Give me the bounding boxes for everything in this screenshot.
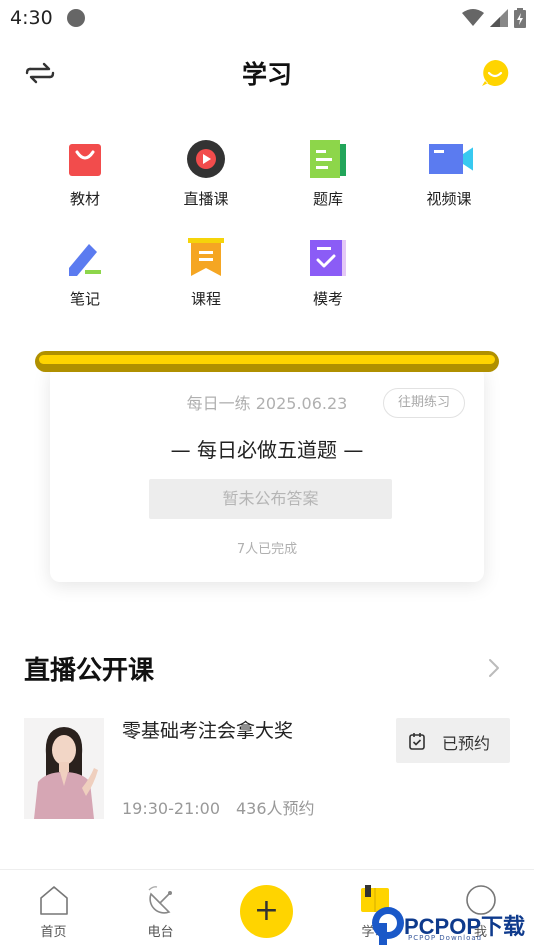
tab-label: 电台 bbox=[147, 925, 174, 940]
answer-status-button[interactable]: 暂未公布答案 bbox=[149, 479, 392, 519]
title-dash-left: — bbox=[170, 438, 197, 462]
title-dash-right: — bbox=[337, 438, 364, 462]
notebook-icon bbox=[310, 140, 346, 178]
completed-count: 7人已完成 bbox=[236, 542, 298, 557]
tab-home[interactable]: 首页 bbox=[0, 870, 107, 951]
chat-bubble-icon[interactable] bbox=[481, 59, 509, 87]
wifi-icon bbox=[462, 9, 484, 26]
video-camera-icon bbox=[429, 144, 473, 174]
grid-label: 视频课 bbox=[426, 190, 472, 208]
tab-radio[interactable]: 电台 bbox=[107, 870, 214, 951]
site-watermark: PCPOP下载 PCPOP Download bbox=[370, 903, 534, 947]
scroll-rod-highlight bbox=[39, 355, 495, 364]
notification-dot-icon bbox=[67, 9, 85, 27]
grid-item-live[interactable]: 直播课 bbox=[145, 130, 267, 220]
course-meta: 19:30-21:00 436人预约 bbox=[122, 795, 315, 819]
grid-item-notes[interactable]: 笔记 bbox=[24, 230, 146, 320]
grid-item-question-bank[interactable]: 题库 bbox=[267, 130, 389, 220]
reserved-label: 已预约 bbox=[442, 734, 491, 753]
grid-item-textbook[interactable]: 教材 bbox=[24, 130, 146, 220]
home-icon bbox=[40, 886, 68, 915]
status-bar: 4:30 bbox=[0, 0, 534, 38]
grid-item-video[interactable]: 视频课 bbox=[388, 130, 510, 220]
add-button[interactable]: + bbox=[240, 885, 293, 938]
tab-label: 首页 bbox=[40, 925, 67, 940]
calendar-check-icon bbox=[409, 733, 425, 750]
bag-icon bbox=[69, 144, 101, 176]
grid-label: 模考 bbox=[312, 290, 343, 308]
scroll-rod bbox=[35, 351, 499, 372]
pencil-icon bbox=[69, 244, 101, 276]
daily-practice-card[interactable]: 每日一练 2025.06.23 往期练习 — 每日必做五道题 — 暂未公布答案 … bbox=[50, 366, 484, 582]
play-icon bbox=[187, 140, 225, 178]
grid-label: 题库 bbox=[312, 190, 343, 208]
watermark-subtext: PCPOP Download bbox=[408, 934, 483, 942]
course-time: 19:30-21:00 bbox=[122, 799, 220, 818]
checkbox-book-icon bbox=[310, 240, 346, 276]
plus-icon: + bbox=[253, 893, 280, 928]
radio-dish-icon bbox=[148, 886, 172, 914]
status-icons bbox=[462, 7, 526, 29]
chevron-right-icon[interactable] bbox=[485, 657, 503, 679]
grid-label: 教材 bbox=[69, 190, 100, 208]
app-header: 学习 bbox=[0, 45, 534, 101]
practice-title: — 每日必做五道题 — bbox=[50, 434, 484, 463]
watermark-logo-icon bbox=[372, 907, 404, 945]
reserved-button[interactable]: 已预约 bbox=[396, 718, 510, 763]
grid-item-mock-exam[interactable]: 模考 bbox=[267, 230, 389, 320]
grid-label: 课程 bbox=[190, 290, 221, 308]
grid-item-course[interactable]: 课程 bbox=[145, 230, 267, 320]
battery-icon bbox=[514, 8, 526, 28]
live-course-item[interactable]: 零基础考注会拿大奖 19:30-21:00 436人预约 已预约 bbox=[24, 716, 510, 820]
practice-title-text: 每日必做五道题 bbox=[197, 438, 337, 462]
course-reservations: 436人预约 bbox=[236, 799, 315, 818]
status-time: 4:30 bbox=[10, 7, 53, 29]
live-section-title: 直播公开课 bbox=[24, 656, 155, 686]
grid-label: 笔记 bbox=[69, 290, 100, 308]
grid-label: 直播课 bbox=[183, 190, 229, 208]
past-practice-button[interactable]: 往期练习 bbox=[383, 388, 465, 418]
page-title: 学习 bbox=[241, 60, 292, 89]
signal-icon bbox=[490, 9, 508, 27]
bookmark-icon bbox=[188, 238, 224, 276]
course-title: 零基础考注会拿大奖 bbox=[122, 720, 294, 742]
teacher-thumbnail bbox=[24, 718, 104, 819]
